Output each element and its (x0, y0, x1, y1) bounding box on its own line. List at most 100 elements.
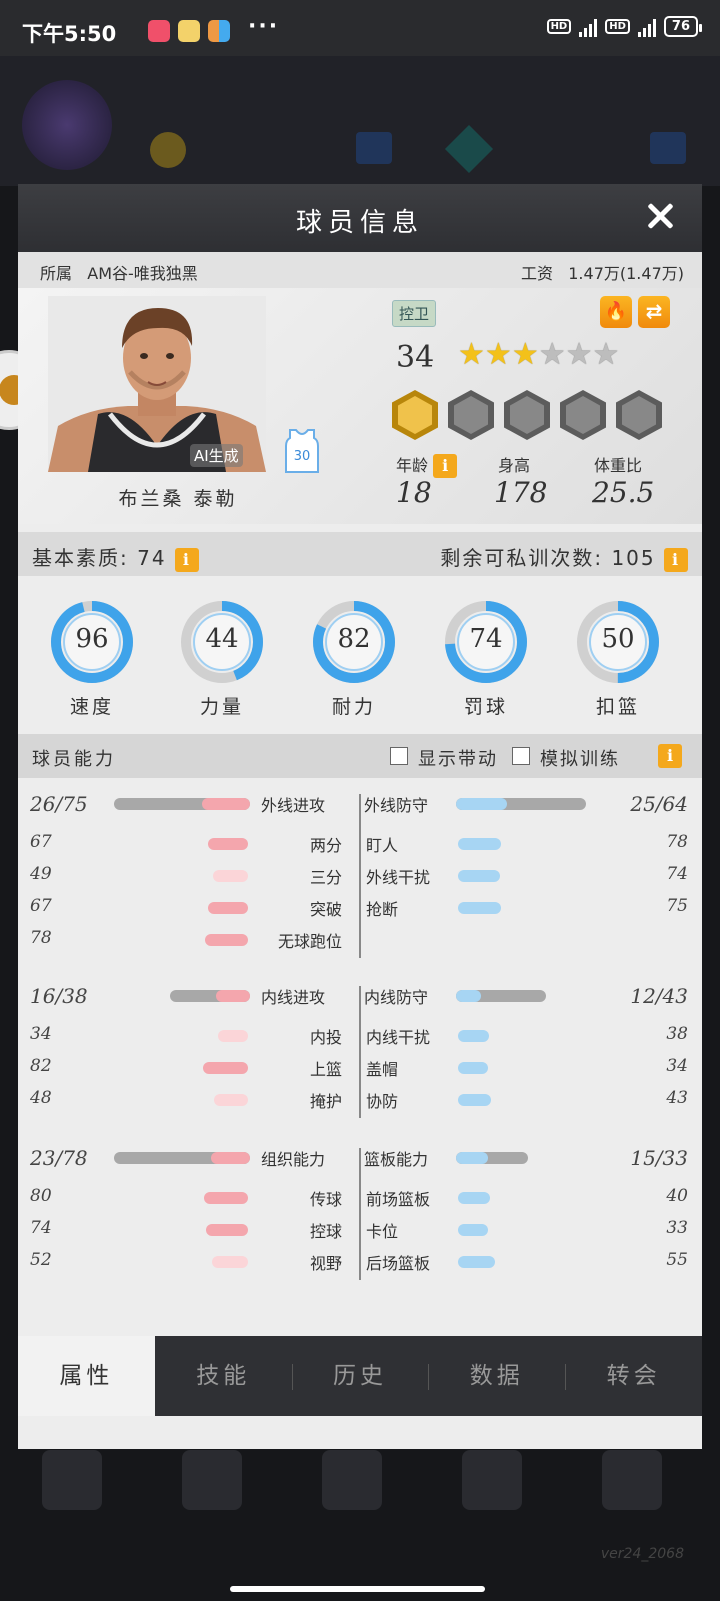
hd-icon: HD (546, 19, 572, 34)
weight-ratio-label: 体重比 (594, 456, 643, 475)
simulate-training-label: 模拟训练 (540, 749, 620, 770)
player-info-dialog: 球员信息 所属 AM谷-唯我独黑 工资 1.47万(1.47万) AI生成 30… (18, 184, 702, 1449)
stat-left-value: 74 (30, 1218, 52, 1238)
stat-right-value: 78 (666, 832, 688, 852)
stat-right-bar (458, 1030, 490, 1042)
info-icon[interactable]: i (664, 548, 688, 572)
jersey-icon: 30 (284, 428, 320, 474)
stat-left-label: 三分 (309, 868, 342, 887)
stat-left-bar (213, 870, 248, 882)
empty-badge-slot[interactable] (616, 390, 662, 440)
stat-right-bar (458, 1256, 495, 1268)
remaining-training: 剩余可私训次数: 105 (440, 546, 656, 570)
stat-divider (359, 986, 361, 1118)
stat-left-label: 内投 (309, 1028, 342, 1047)
age-value: 18 (396, 476, 432, 509)
stat-left-value: 48 (30, 1088, 52, 1108)
ring-label: 耐力 (331, 696, 376, 718)
stat-right-label: 外线干扰 (366, 868, 431, 887)
age-label: 年龄 i (396, 452, 458, 478)
stat-right-value: 55 (666, 1250, 688, 1270)
active-badge-icon[interactable] (392, 390, 438, 440)
stat-left-bar (203, 1062, 248, 1074)
tab-separator (291, 1364, 293, 1390)
simulate-training-checkbox[interactable] (512, 747, 530, 765)
star-icon: ★ (565, 337, 593, 372)
tab-3[interactable]: 数据 (428, 1336, 565, 1416)
height-value: 178 (494, 476, 548, 509)
status-bar: 下午5:50 ··· HD HD 76 (0, 0, 720, 56)
stat-right-value: 40 (666, 1186, 688, 1206)
stat-left-bar (205, 1224, 248, 1236)
stat-right-label: 前场篮板 (366, 1190, 431, 1209)
group-left-total: 23/78 (30, 1146, 88, 1170)
empty-badge-slot[interactable] (504, 390, 550, 440)
star-icon: ★ (592, 337, 620, 372)
stat-left-bar (204, 934, 248, 946)
home-indicator[interactable] (230, 1586, 485, 1592)
attribute-ring: 44 (178, 598, 266, 686)
stat-right-value: 33 (666, 1218, 688, 1238)
group-left-total: 26/75 (30, 792, 88, 816)
attribute-ring: 74 (442, 598, 530, 686)
status-time: 下午5:50 (22, 22, 117, 46)
group-right-total: 12/43 (630, 984, 688, 1008)
tab-2[interactable]: 历史 (292, 1336, 429, 1416)
stat-right-bar (458, 1192, 490, 1204)
team-logo (22, 80, 112, 170)
group-left-title: 外线进攻 (261, 796, 326, 815)
info-icon[interactable]: i (658, 744, 682, 768)
stat-right-bar (458, 1094, 491, 1106)
dialog-header: 球员信息 (18, 184, 702, 252)
ring-value: 44 (205, 624, 239, 654)
close-icon[interactable] (642, 198, 678, 234)
stat-divider (359, 1148, 361, 1280)
ability-stats: 26/75 外线进攻 外线防守 25/64 67 两分 盯人 78 49 三分 外线干扰 74 67 突破… (18, 790, 702, 1330)
ring-value: 74 (469, 624, 503, 654)
stat-left-value: 78 (30, 928, 52, 948)
swap-button[interactable]: ⇄ (638, 296, 670, 328)
group-left-title: 组织能力 (261, 1150, 326, 1169)
info-icon[interactable]: i (174, 548, 199, 572)
dialog-title: 球员信息 (295, 208, 424, 238)
attribute-ring: 50 (574, 598, 662, 686)
ai-generated-badge: AI生成 (190, 444, 243, 467)
fire-button[interactable]: 🔥 (600, 296, 632, 328)
tab-4[interactable]: 转会 (565, 1336, 702, 1416)
height-label: 身高 (498, 456, 531, 475)
stat-right-value: 75 (666, 896, 688, 916)
stat-divider (359, 794, 361, 958)
group-right-title: 外线防守 (364, 796, 429, 815)
stat-left-bar (213, 1094, 248, 1106)
group-right-bar (456, 1152, 528, 1164)
team-label: 所属 (40, 264, 73, 283)
position-badge: 控卫 (392, 300, 437, 327)
group-left-bar (114, 798, 250, 810)
stat-left-label: 控球 (309, 1222, 342, 1241)
info-icon[interactable]: i (433, 454, 458, 478)
add-gem-button (650, 132, 686, 164)
basic-quality: 基本素质: 74 (32, 546, 167, 570)
stat-left-bar (204, 1192, 248, 1204)
stat-right-label: 抢断 (366, 900, 399, 919)
ring-label: 速度 (69, 696, 114, 718)
tab-1[interactable]: 技能 (155, 1336, 292, 1416)
stat-right-label: 协防 (366, 1092, 399, 1111)
group-left-total: 16/38 (30, 984, 88, 1008)
group-right-total: 15/33 (630, 1146, 688, 1170)
ability-title: 球员能力 (32, 749, 116, 770)
stat-left-bar (217, 1030, 248, 1042)
tab-0[interactable]: 属性 (18, 1336, 155, 1416)
stat-left-bar (207, 838, 248, 850)
team-name: AM谷-唯我独黑 (87, 264, 198, 283)
stat-right-label: 卡位 (366, 1222, 399, 1241)
core-attribute-rings: 96 速度 44 力量 82 耐力 74 罚球 50 扣篮 (18, 588, 702, 728)
app-notification-icon (208, 20, 230, 42)
show-boost-checkbox[interactable] (390, 747, 408, 765)
stat-left-value: 82 (30, 1056, 52, 1076)
stat-right-value: 74 (666, 864, 688, 884)
empty-badge-slot[interactable] (448, 390, 494, 440)
group-right-title: 篮板能力 (364, 1150, 429, 1169)
dialog-tabs: 属性 技能 历史 数据 转会 (18, 1336, 702, 1416)
empty-badge-slot[interactable] (560, 390, 606, 440)
